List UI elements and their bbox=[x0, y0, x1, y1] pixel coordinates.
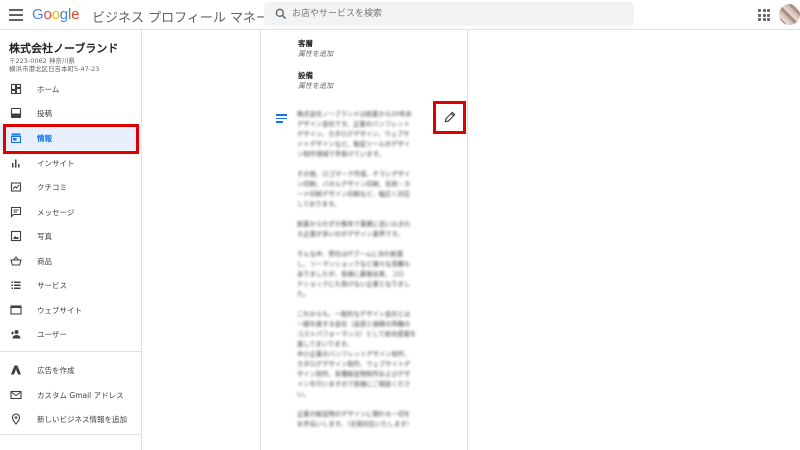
business-postal: 〒223-0062 神奈川県 bbox=[9, 57, 75, 65]
sidebar-item-custom-gmail[interactable]: カスタム Gmail アドレス bbox=[0, 383, 142, 407]
sidebar-item-label: 広告を作成 bbox=[37, 366, 75, 375]
sidebar-item-photos[interactable]: 写真 bbox=[0, 224, 142, 248]
highlight-info-item bbox=[3, 124, 139, 154]
search-icon bbox=[275, 8, 287, 20]
top-app-bar: Google ビジネス プロフィール マネージャ bbox=[0, 0, 800, 30]
location-pin-icon bbox=[11, 413, 21, 425]
sidebar-item-home[interactable]: ホーム bbox=[0, 77, 142, 101]
sidebar-item-label: カスタム Gmail アドレス bbox=[37, 391, 124, 400]
sidebar-item-users[interactable]: ユーザー bbox=[0, 322, 142, 346]
basket-icon bbox=[10, 256, 22, 266]
sidebar-item-label: ユーザー bbox=[37, 330, 67, 339]
description-icon bbox=[276, 114, 287, 124]
sidebar-item-label: インサイト bbox=[37, 159, 75, 168]
attribute-title: 客層 bbox=[298, 39, 313, 48]
business-street: 横浜市港北区日吉本町5-47-23 bbox=[9, 65, 100, 73]
website-icon bbox=[10, 305, 22, 315]
search-input[interactable] bbox=[292, 6, 622, 22]
highlight-edit-button bbox=[433, 101, 466, 134]
info-panel: 客層 属性を追加 設備 属性を追加 株式会社ノーブランドは創業から20年余 デザ… bbox=[260, 30, 468, 450]
apps-grid-icon[interactable] bbox=[758, 9, 770, 21]
photo-icon bbox=[10, 230, 22, 242]
sidebar-divider bbox=[0, 434, 142, 435]
sidebar-item-label: 商品 bbox=[37, 257, 52, 266]
add-attribute-link[interactable]: 属性を追加 bbox=[298, 81, 333, 91]
sidebar-item-label: クチコミ bbox=[37, 183, 67, 192]
list-icon bbox=[11, 281, 21, 289]
business-name: 株式会社ノーブランド bbox=[9, 42, 119, 55]
add-attribute-link[interactable]: 属性を追加 bbox=[298, 49, 333, 59]
sidebar-item-create-ad[interactable]: 広告を作成 bbox=[0, 358, 142, 382]
mail-icon bbox=[10, 390, 22, 400]
sidebar-item-messages[interactable]: メッセージ bbox=[0, 200, 142, 224]
sidebar-item-label: ホーム bbox=[37, 85, 60, 94]
sidebar-item-label: メッセージ bbox=[37, 208, 75, 217]
sidebar-item-website[interactable]: ウェブサイト bbox=[0, 298, 142, 322]
sidebar-item-label: サービス bbox=[37, 281, 67, 290]
add-person-icon bbox=[11, 330, 21, 339]
google-ads-icon bbox=[11, 365, 21, 375]
reviews-icon bbox=[10, 182, 22, 192]
dashboard-icon bbox=[10, 83, 22, 95]
sidebar-item-label: 投稿 bbox=[37, 109, 52, 118]
sidebar-item-insights[interactable]: インサイト bbox=[0, 151, 142, 175]
message-icon bbox=[10, 206, 22, 218]
sidebar-item-label: 写真 bbox=[37, 232, 52, 241]
business-address: 〒223-0062 神奈川県 横浜市港北区日吉本町5-47-23 bbox=[9, 57, 139, 73]
business-description: 株式会社ノーブランドは創業から20年余 デザイン会社です。企業のパンフレット デ… bbox=[297, 111, 417, 428]
account-avatar[interactable] bbox=[779, 4, 800, 25]
search-bar[interactable] bbox=[264, 2, 634, 26]
sidebar-item-services[interactable]: サービス bbox=[0, 273, 142, 297]
sidebar-divider bbox=[0, 351, 142, 352]
google-logo[interactable]: Google bbox=[32, 6, 79, 23]
sidebar-item-add-business[interactable]: 新しいビジネス情報を追加 bbox=[0, 407, 142, 431]
sidebar: 株式会社ノーブランド 〒223-0062 神奈川県 横浜市港北区日吉本町5-47… bbox=[0, 30, 142, 450]
sidebar-item-posts[interactable]: 投稿 bbox=[0, 101, 142, 125]
sidebar-item-reviews[interactable]: クチコミ bbox=[0, 175, 142, 199]
menu-icon[interactable] bbox=[9, 9, 23, 21]
attribute-title: 設備 bbox=[298, 71, 313, 80]
posts-icon bbox=[10, 107, 22, 119]
bar-chart-icon bbox=[12, 159, 20, 168]
sidebar-item-products[interactable]: 商品 bbox=[0, 249, 142, 273]
sidebar-item-label: ウェブサイト bbox=[37, 306, 82, 315]
sidebar-item-label: 新しいビジネス情報を追加 bbox=[37, 415, 127, 424]
